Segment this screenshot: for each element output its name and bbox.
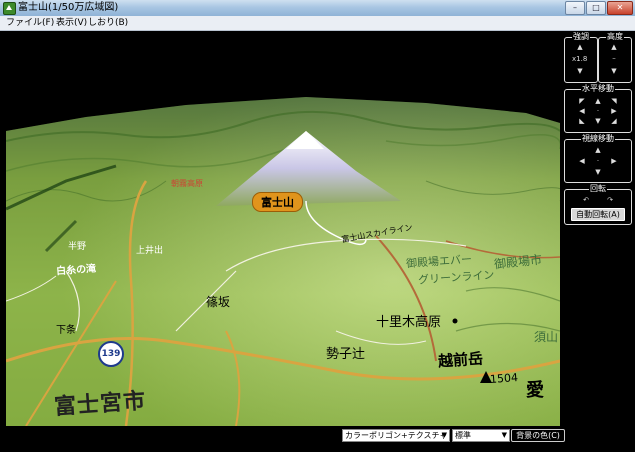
label-jurigi: 十里木高原 <box>376 315 442 330</box>
quality-select[interactable]: 標準 ▼ <box>452 429 510 442</box>
view-center-icon[interactable]: · <box>594 158 602 165</box>
view-right-icon[interactable]: ▶ <box>610 158 618 165</box>
emphasis-title: 強調 <box>572 32 590 42</box>
minimize-button[interactable]: – <box>565 1 585 15</box>
emphasis-up-icon[interactable]: ▲ <box>576 44 584 51</box>
label-mount-fuji: 富士山 <box>252 192 303 212</box>
status-bar: カラーポリゴン+テクスチャー ▼ 標準 ▼ 背景の色(C) <box>0 426 635 451</box>
height-down-icon[interactable]: ▼ <box>610 68 618 75</box>
label-asagiri: 朝霧高原 <box>171 179 203 188</box>
move-down-right-icon[interactable]: ◢ <box>610 118 618 125</box>
chevron-down-icon: ▼ <box>441 431 447 439</box>
route-139-badge: 139 <box>98 341 124 367</box>
move-center-icon[interactable]: · <box>594 108 602 115</box>
label-shinozaka: 篠坂 <box>206 295 231 309</box>
menu-bookmark[interactable]: しおり(B) <box>88 17 128 29</box>
view-move-title: 視線移動 <box>581 134 615 144</box>
height-title: 高度 <box>606 32 624 42</box>
chevron-down-icon: ▼ <box>501 431 507 439</box>
height-reset-icon[interactable]: – <box>610 55 618 62</box>
label-shiraito: 白糸の滝 <box>55 263 97 278</box>
horizontal-move-title: 水平移動 <box>581 84 615 94</box>
label-hanno: 半野 <box>68 242 87 252</box>
height-up-icon[interactable]: ▲ <box>610 44 618 51</box>
quality-value: 標準 <box>455 431 471 440</box>
move-up-right-icon[interactable]: ◥ <box>610 98 618 105</box>
maximize-button[interactable]: □ <box>586 1 606 15</box>
label-suyama: 須山 <box>534 330 559 344</box>
move-up-left-icon[interactable]: ◤ <box>578 98 586 105</box>
mountain-icon <box>3 2 16 15</box>
horizontal-move-group: 水平移動 ◤ ▲ ◥ ◀ · ▶ ◣ ▼ ◢ <box>564 84 632 133</box>
view-move-group: 視線移動 ▲ ◀ · ▶ ▼ <box>564 134 632 183</box>
label-shimojo: 下条 <box>56 325 76 336</box>
menu-file[interactable]: ファイル(F) <box>6 17 54 29</box>
label-edge: 愛 <box>526 380 544 401</box>
emphasis-group: 強調 ▲ x1.8 ▼ <box>564 32 598 83</box>
label-elevation: 1504 <box>489 371 519 386</box>
app-window: 富士山(1/50万広域図) – □ ✕ ファイル(F) 表示(V) しおり(B) <box>0 0 635 451</box>
rotate-left-icon[interactable]: ↶ <box>582 197 590 204</box>
map-viewport[interactable]: 富士山 富士山スカイライン 朝霧高原 半野 上井出 白糸の滝 篠坂 下条 十里木… <box>6 31 560 426</box>
emphasis-down-icon[interactable]: ▼ <box>576 68 584 75</box>
rotate-title: 回転 <box>589 184 607 194</box>
move-up-icon[interactable]: ▲ <box>594 98 602 105</box>
view-up-icon[interactable]: ▲ <box>594 147 602 154</box>
label-fujinomiya-city: 富士宮市 <box>53 388 147 421</box>
close-button[interactable]: ✕ <box>607 1 633 15</box>
render-mode-select[interactable]: カラーポリゴン+テクスチャー ▼ <box>342 429 450 451</box>
rotate-right-icon[interactable]: ↷ <box>606 197 614 204</box>
window-controls: – □ ✕ <box>565 1 633 15</box>
move-down-left-icon[interactable]: ◣ <box>578 118 586 125</box>
window-title: 富士山(1/50万広域図) <box>18 2 119 13</box>
height-group: 高度 ▲ – ▼ <box>598 32 632 83</box>
title-bar[interactable]: 富士山(1/50万広域図) – □ ✕ <box>0 0 635 17</box>
emphasis-value: x1.8 <box>572 55 588 63</box>
rotate-group: 回転 ↶ ↷ 自動回転(A) <box>564 184 632 225</box>
label-sekoji: 勢子辻 <box>326 347 366 362</box>
view-down-icon[interactable]: ▼ <box>594 169 602 176</box>
label-echizendake: 越前岳 <box>437 349 484 371</box>
move-left-icon[interactable]: ◀ <box>578 108 586 115</box>
auto-rotate-button[interactable]: 自動回転(A) <box>571 208 625 221</box>
control-panel: 強調 ▲ x1.8 ▼ 高度 ▲ – ▼ 水平移動 ◤ ▲ ◥ ◀ · ▶ ◣ … <box>562 31 633 426</box>
render-mode-value: カラーポリゴン+テクスチャー <box>345 431 448 451</box>
background-color-button[interactable]: 背景の色(C) <box>511 429 565 442</box>
label-kamiide: 上井出 <box>136 246 164 256</box>
move-down-icon[interactable]: ▼ <box>594 118 602 125</box>
view-left-icon[interactable]: ◀ <box>578 158 586 165</box>
menu-view[interactable]: 表示(V) <box>56 17 87 29</box>
move-right-icon[interactable]: ▶ <box>610 108 618 115</box>
menu-bar: ファイル(F) 表示(V) しおり(B) <box>0 16 635 31</box>
